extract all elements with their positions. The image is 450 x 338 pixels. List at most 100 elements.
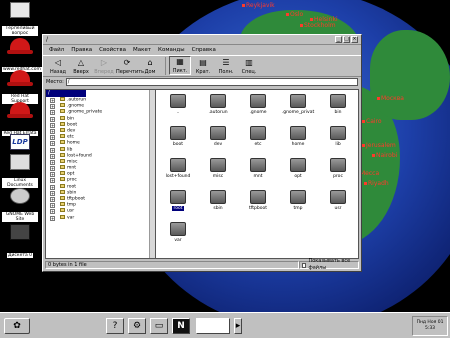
file-item[interactable]: .gnome_privat [280,94,316,115]
tree-item-label: proc [67,177,77,183]
desktop-icon-redhat-errata[interactable]: Red Hat Errata [2,102,38,138]
clock[interactable]: Пнд Ноя 01 5:33 [412,316,448,336]
home-button[interactable]: ⌂ Дом [139,58,161,75]
close-button[interactable]: × [351,36,358,43]
file-label: etc [254,142,262,147]
file-item[interactable]: misc [200,158,236,179]
menu-layout[interactable]: Макет [133,47,151,53]
file-item[interactable]: home [280,126,316,147]
icon-view-button[interactable]: ▦ Пикт. [169,56,191,75]
back-button[interactable]: ◁ Назад [47,58,69,75]
rescan-button[interactable]: ⟳ Перечтить [116,58,144,75]
forward-arrow-icon: ▷ [100,58,108,67]
folder-icon [290,94,306,108]
desktop-icon-ldp[interactable]: LDP [2,134,38,151]
desktop-icon-gnome-site[interactable]: GNOME Web Site [2,188,38,224]
pager-button[interactable] [196,318,230,334]
file-label: var [174,238,182,243]
file-item[interactable]: root [160,190,196,211]
menu-properties[interactable]: Свойства [99,47,126,53]
folder-icon [60,177,65,182]
desktop-icon-welcome[interactable]: Терпеливый вопрос [2,2,38,38]
netscape-icon: N [177,321,185,331]
file-item[interactable]: .. [160,94,196,115]
desktop-icon-linux-docs[interactable]: Linux Documents [2,154,38,190]
floppy-icon [10,224,30,240]
checkbox[interactable] [302,262,307,268]
file-item[interactable]: bin [320,94,356,115]
tree-item[interactable]: + var [46,214,155,221]
brief-view-button[interactable]: ▤ Крат. [192,58,214,75]
tree-root[interactable]: / [46,90,86,97]
file-label: usr [334,206,342,211]
forward-button[interactable]: ▷ Вперед [93,58,115,75]
status-text: 0 bytes in 1 file [45,261,299,269]
settings-launcher[interactable]: ⚙ [128,318,146,334]
file-item[interactable]: proc [320,158,356,179]
netscape-launcher[interactable]: N [172,318,190,334]
folder-icon [60,146,65,151]
desktop-icon-floppy[interactable]: Дискета 0 [2,224,38,260]
folder-icon [250,158,266,172]
file-item[interactable]: var [160,222,196,243]
file-item[interactable]: etc [240,126,276,147]
file-item[interactable]: tmp [280,190,316,211]
back-arrow-icon: ◁ [54,58,62,67]
folder-icon [330,158,346,172]
tree-item-label: etc [67,134,75,140]
folder-icon [170,126,186,140]
tree-item-label: tmp [67,202,77,208]
minimize-button[interactable]: _ [335,36,342,43]
tree-item-label: var [67,215,75,221]
detailed-view-button[interactable]: ☰ Полн. [215,58,237,75]
file-label: tmp [293,206,303,211]
file-item[interactable]: .autorun [200,94,236,115]
city-label: Москва [377,95,404,102]
file-item[interactable]: dev [200,126,236,147]
file-item[interactable]: tftpboot [240,190,276,211]
menu-file[interactable]: Файл [49,47,64,53]
file-item[interactable]: sbin [200,190,236,211]
file-item[interactable]: boot [160,126,196,147]
folder-icon [290,126,306,140]
terminal-launcher[interactable]: ▭ [150,318,168,334]
file-label: boot [172,142,184,147]
menu-help[interactable]: Справка [192,47,216,53]
expand-toggle[interactable]: + [50,215,55,221]
file-label: opt [294,174,302,179]
custom-view-button[interactable]: ▥ Спец. [238,58,260,75]
folder-icon [60,189,65,194]
tree-list: + .autorun + .gnome + .gnome_private + bin + boot… [46,97,155,221]
window-titlebar[interactable]: / _ □ × [43,35,361,45]
ldp-logo-icon: LDP [10,134,30,150]
desktop-icon-redhat-web[interactable]: www.redhat.com [2,38,42,74]
tasklist-arrow[interactable]: ▸ [234,318,242,334]
file-item[interactable]: usr [320,190,356,211]
file-icon-view: .. .autorun .gnome .gnome_privat bin boot dev e… [155,89,359,259]
file-item[interactable]: mnt [240,158,276,179]
settings-icon: ⚙ [132,321,142,331]
file-item[interactable]: opt [280,158,316,179]
folder-icon [170,94,186,108]
file-label: bin [334,110,342,115]
file-item[interactable]: lost+found [160,158,196,179]
folder-icon [60,171,65,176]
toolbar: ◁ Назад △ Вверх ▷ Вперед ⟳ Перечтить ⌂ Дом ▦ П… [43,55,361,77]
file-item[interactable]: .gnome [240,94,276,115]
toolbar-separator [165,57,166,75]
tree-item-label: opt [67,171,75,177]
menu-commands[interactable]: Команды [158,47,185,53]
directory-tree[interactable]: / + .autorun + .gnome + .gnome_private + bin + bo… [45,89,155,259]
folder-icon [60,165,65,170]
menu-edit[interactable]: Правка [71,47,92,53]
tree-item-label: root [67,184,77,190]
icons-view-icon: ▦ [176,57,184,66]
desktop-icon-redhat-support[interactable]: Red Hat Support [2,70,38,106]
show-all-files-toggle[interactable]: Показывать все файлы [299,258,359,271]
maximize-button[interactable]: □ [343,36,350,43]
file-item[interactable]: lib [320,126,356,147]
location-input[interactable]: / [65,78,358,86]
help-launcher[interactable]: ? [106,318,124,334]
gnome-menu-button[interactable]: ✿ [4,318,30,334]
up-button[interactable]: △ Вверх [70,58,92,75]
